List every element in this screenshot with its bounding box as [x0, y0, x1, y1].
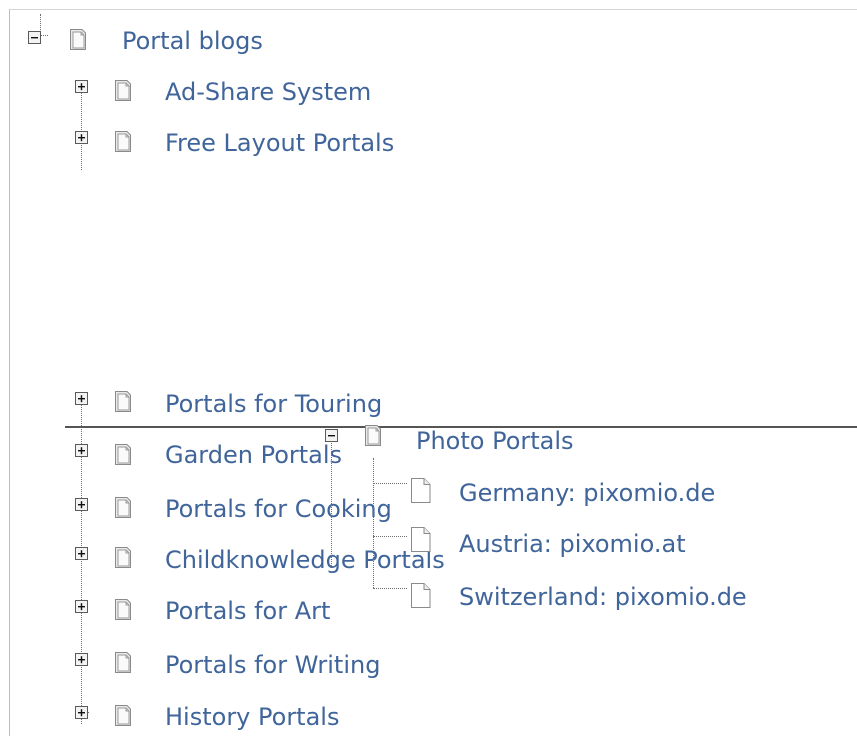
plus-box-icon[interactable] [75, 392, 88, 405]
page-icon [410, 527, 431, 552]
tree-node-label[interactable]: Portals for Writing [165, 651, 380, 679]
plus-box-icon[interactable] [75, 498, 88, 511]
tree-guide-line [373, 536, 407, 537]
folder-icon [114, 497, 132, 518]
tree-guide-line [373, 458, 374, 588]
folder-icon [114, 80, 132, 101]
plus-box-icon[interactable] [75, 600, 88, 613]
tree-guide-line [331, 440, 332, 568]
minus-box-icon[interactable] [28, 31, 41, 44]
page-icon [410, 583, 431, 608]
drag-leaf-label[interactable]: Switzerland: pixomio.de [459, 583, 747, 611]
folder-icon [69, 29, 87, 50]
tree-node-label[interactable]: Free Layout Portals [165, 129, 394, 157]
plus-box-icon[interactable] [75, 80, 88, 93]
tree-node-label[interactable]: Ad-Share System [165, 78, 371, 106]
tree-node-label[interactable]: Portals for Touring [165, 390, 382, 418]
tree-node-label[interactable]: Portal blogs [122, 27, 263, 55]
tree-node-label[interactable]: Garden Portals [165, 441, 342, 469]
folder-icon [114, 599, 132, 620]
drag-leaf-label[interactable]: Austria: pixomio.at [459, 530, 686, 558]
plus-box-icon[interactable] [75, 653, 88, 666]
tree-guide-line [40, 35, 48, 36]
page-icon [410, 478, 431, 503]
tree-guide-line [81, 80, 82, 170]
folder-icon [114, 131, 132, 152]
tree-node-label[interactable]: History Portals [165, 703, 339, 731]
drag-leaf-label[interactable]: Germany: pixomio.de [459, 479, 715, 507]
drag-folder-label[interactable]: Photo Portals [416, 427, 574, 455]
plus-box-icon[interactable] [75, 706, 88, 719]
plus-box-icon[interactable] [75, 547, 88, 560]
tree-node-label[interactable]: Portals for Cooking [165, 495, 392, 523]
plus-box-icon[interactable] [75, 131, 88, 144]
folder-icon [364, 425, 382, 446]
folder-icon [114, 652, 132, 673]
tree-guide-line [373, 483, 407, 484]
folder-icon [114, 391, 132, 412]
folder-icon [114, 444, 132, 465]
tree-guide-line [373, 588, 407, 589]
folder-icon [114, 547, 132, 568]
tree-node-label[interactable]: Childknowledge Portals [165, 546, 445, 574]
folder-icon [114, 705, 132, 726]
minus-box-icon[interactable] [325, 429, 338, 442]
tree-panel [9, 9, 857, 736]
tree-node-label[interactable]: Portals for Art [165, 597, 330, 625]
plus-box-icon[interactable] [75, 444, 88, 457]
tree-guide-line [40, 14, 41, 30]
